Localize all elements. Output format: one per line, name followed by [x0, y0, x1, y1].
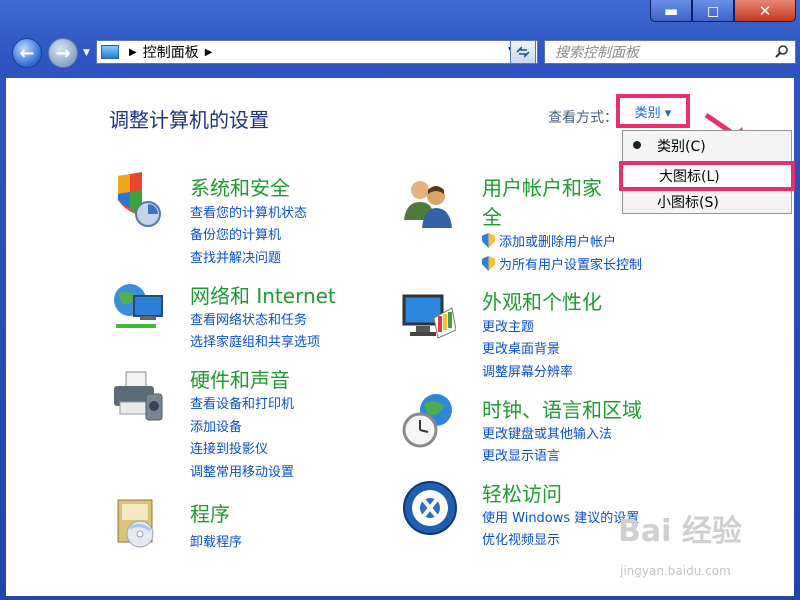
link-change-keyboard[interactable]: 更改键盘或其他输入法 [482, 423, 612, 442]
uac-shield-icon [482, 233, 495, 248]
menu-item-category[interactable]: 类别(C) [623, 133, 791, 159]
link-uninstall-program[interactable]: 卸载程序 [190, 531, 242, 550]
link-add-remove-accounts[interactable]: 添加或删除用户帐户 [482, 231, 616, 250]
link-change-background[interactable]: 更改桌面背景 [482, 338, 560, 357]
menu-item-label: 大图标(L) [659, 169, 720, 185]
category-title-clock-language[interactable]: 时钟、语言和区域 [482, 394, 642, 423]
category-title-user-accounts[interactable]: 用户帐户和家 [482, 172, 602, 201]
link-devices-printers[interactable]: 查看设备和打印机 [190, 393, 294, 412]
link-screen-resolution[interactable]: 调整屏幕分辨率 [482, 361, 573, 380]
forward-button[interactable]: → [48, 38, 78, 68]
clock-globe-icon[interactable] [400, 392, 456, 448]
watermark-url: jingyan.baidu.com [620, 564, 731, 578]
users-icon[interactable] [400, 174, 456, 230]
refresh-button[interactable] [510, 40, 536, 64]
link-text: 添加或删除用户帐户 [499, 235, 617, 250]
window-frame: ▬ ◻ ✕ ← → ▼ ▶ 控制面板 ▶ ▼ 搜索控制面板 调整计算机的设置 [0, 0, 800, 600]
link-change-theme[interactable]: 更改主题 [482, 316, 534, 335]
view-by-dropdown[interactable]: 类别 ▾ [616, 94, 690, 128]
radio-selected-icon [633, 141, 641, 149]
search-input[interactable]: 搜索控制面板 [544, 40, 796, 64]
link-troubleshoot[interactable]: 查找并解决问题 [190, 247, 281, 266]
link-windows-recommended[interactable]: 使用 Windows 建议的设置 [482, 507, 639, 526]
menu-item-large-icons[interactable]: 大图标(L) [619, 161, 795, 191]
category-title-ease-access[interactable]: 轻松访问 [482, 478, 562, 507]
category-title-programs[interactable]: 程序 [190, 498, 230, 527]
link-parental-controls[interactable]: 为所有用户设置家长控制 [482, 254, 642, 273]
link-homegroup-sharing[interactable]: 选择家庭组和共享选项 [190, 331, 320, 350]
breadcrumb-separator[interactable]: ▶ [129, 47, 137, 58]
minimize-button[interactable]: ▬ [650, 0, 692, 22]
navigation-bar: ← → ▼ ▶ 控制面板 ▶ ▼ 搜索控制面板 [8, 32, 796, 72]
link-mobility-settings[interactable]: 调整常用移动设置 [190, 461, 294, 480]
monitor-palette-icon[interactable] [400, 290, 456, 346]
printer-icon[interactable] [110, 368, 166, 424]
page-title: 调整计算机的设置 [109, 108, 269, 132]
ease-access-icon[interactable] [402, 480, 458, 536]
refresh-icon [516, 46, 530, 58]
link-connect-projector[interactable]: 连接到投影仪 [190, 438, 268, 457]
link-change-display-language[interactable]: 更改显示语言 [482, 445, 560, 464]
control-panel-icon [101, 45, 119, 59]
link-add-device[interactable]: 添加设备 [190, 416, 242, 435]
category-title-hardware-sound[interactable]: 硬件和声音 [190, 364, 290, 393]
breadcrumb-control-panel[interactable]: 控制面板 [143, 42, 199, 62]
category-title-network-internet[interactable]: 网络和 Internet [190, 280, 336, 309]
view-by-label: 查看方式： [548, 110, 618, 126]
programs-disc-icon[interactable] [110, 494, 166, 550]
close-button[interactable]: ✕ [734, 0, 796, 22]
link-view-network-status[interactable]: 查看网络状态和任务 [190, 309, 307, 328]
search-icon[interactable] [775, 44, 789, 62]
link-backup-computer[interactable]: 备份您的计算机 [190, 224, 281, 243]
menu-item-label: 小图标(S) [657, 195, 719, 211]
menu-item-small-icons[interactable]: 小图标(S) [623, 189, 791, 215]
link-view-computer-status[interactable]: 查看您的计算机状态 [190, 202, 307, 221]
breadcrumb-separator[interactable]: ▶ [205, 47, 213, 58]
recent-pages-dropdown[interactable]: ▼ [83, 48, 90, 58]
search-placeholder: 搜索控制面板 [555, 45, 639, 61]
caption-buttons: ▬ ◻ ✕ [650, 0, 796, 24]
category-title-system-security[interactable]: 系统和安全 [190, 172, 290, 201]
link-text: 为所有用户设置家长控制 [499, 258, 643, 273]
shield-security-icon[interactable] [110, 172, 166, 228]
control-panel-content: 调整计算机的设置 查看方式： 类别 ▾ 类别(C) 大图标(L) 小图标(S) [6, 78, 795, 596]
view-by-menu: 类别(C) 大图标(L) 小图标(S) [619, 130, 795, 215]
menu-item-label: 类别(C) [657, 139, 706, 155]
address-bar[interactable]: ▶ 控制面板 ▶ ▼ [96, 40, 538, 64]
network-globe-icon[interactable] [110, 280, 166, 336]
watermark-logo: Bai 经验 [618, 514, 742, 549]
link-optimize-display[interactable]: 优化视频显示 [482, 529, 560, 548]
maximize-button[interactable]: ◻ [692, 0, 734, 22]
uac-shield-icon [482, 256, 495, 271]
category-title-appearance[interactable]: 外观和个性化 [482, 286, 602, 315]
category-title-user-accounts-line2[interactable]: 全 [482, 201, 502, 230]
back-button[interactable]: ← [12, 38, 42, 68]
